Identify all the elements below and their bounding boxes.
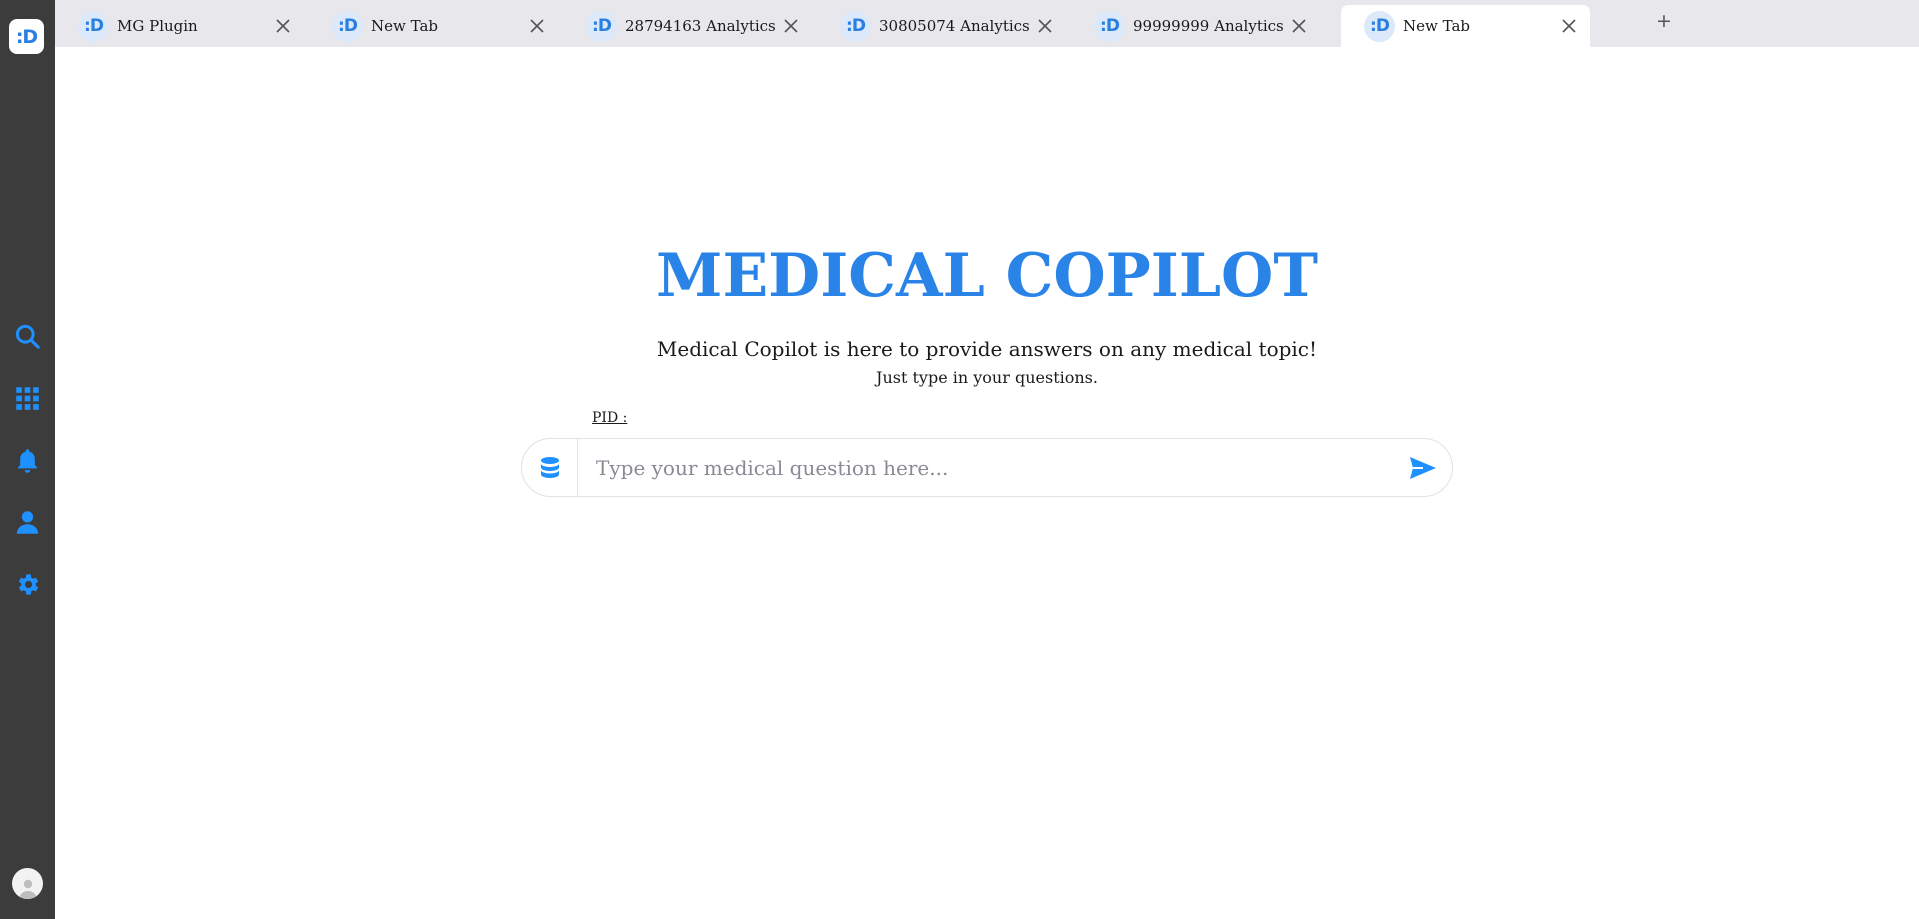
apps-grid-icon[interactable] [13, 384, 42, 413]
tab-logo: :D [332, 10, 363, 42]
user-icon[interactable] [13, 508, 42, 537]
new-tab-button[interactable]: + [1656, 10, 1672, 32]
sidebar: :D [0, 0, 55, 919]
search-icon[interactable] [13, 322, 42, 351]
close-icon[interactable] [274, 17, 292, 35]
send-button[interactable] [1394, 439, 1452, 496]
tab-new-tab-active[interactable]: :D New Tab [1341, 5, 1590, 47]
database-icon [540, 456, 559, 478]
tab-title: 28794163 Analytics [625, 17, 776, 35]
close-icon[interactable] [1036, 17, 1054, 35]
tab-99999999-analytics[interactable]: :D 99999999 Analytics [1071, 5, 1320, 47]
tab-new-tab[interactable]: :D New Tab [309, 5, 558, 47]
avatar-person-icon [19, 879, 36, 899]
tab-28794163-analytics[interactable]: :D 28794163 Analytics [563, 5, 812, 47]
tab-title: 30805074 Analytics [879, 17, 1030, 35]
close-icon[interactable] [782, 17, 800, 35]
avatar[interactable] [12, 868, 43, 899]
page-title: MEDICAL COPILOT [656, 241, 1318, 311]
close-icon[interactable] [528, 17, 546, 35]
app-window: :D :D MG Plugin:D New Tab:D 28794163 A… [0, 0, 1919, 919]
page-instructions: Just type in your questions. [876, 368, 1098, 387]
page-subtitle: Medical Copilot is here to provide answe… [656, 337, 1318, 361]
tab-title: 99999999 Analytics [1133, 17, 1284, 35]
tab-30805074-analytics[interactable]: :D 30805074 Analytics [817, 5, 1066, 47]
pid-label: PID : [592, 410, 628, 426]
tab-title: New Tab [371, 17, 438, 35]
send-icon [1410, 456, 1436, 479]
bell-icon[interactable] [13, 446, 42, 475]
tab-logo: :D [1364, 10, 1395, 42]
tab-logo: :D [1094, 10, 1125, 42]
database-button[interactable] [522, 439, 578, 496]
tab-title: New Tab [1403, 17, 1470, 35]
tab-mg-plugin[interactable]: :D MG Plugin [55, 5, 304, 47]
question-box [521, 438, 1453, 497]
gear-icon[interactable] [13, 570, 42, 599]
app-logo[interactable]: :D [9, 19, 44, 54]
tab-logo: :D [586, 10, 617, 42]
tab-title: MG Plugin [117, 17, 198, 35]
tab-bar: :D MG Plugin :D New Tab :D 28794163 Anal… [55, 0, 1919, 47]
tab-logo: :D [78, 10, 109, 42]
close-icon[interactable] [1560, 17, 1578, 35]
close-icon[interactable] [1290, 17, 1308, 35]
tab-logo: :D [840, 10, 871, 42]
question-input[interactable] [578, 446, 1394, 489]
